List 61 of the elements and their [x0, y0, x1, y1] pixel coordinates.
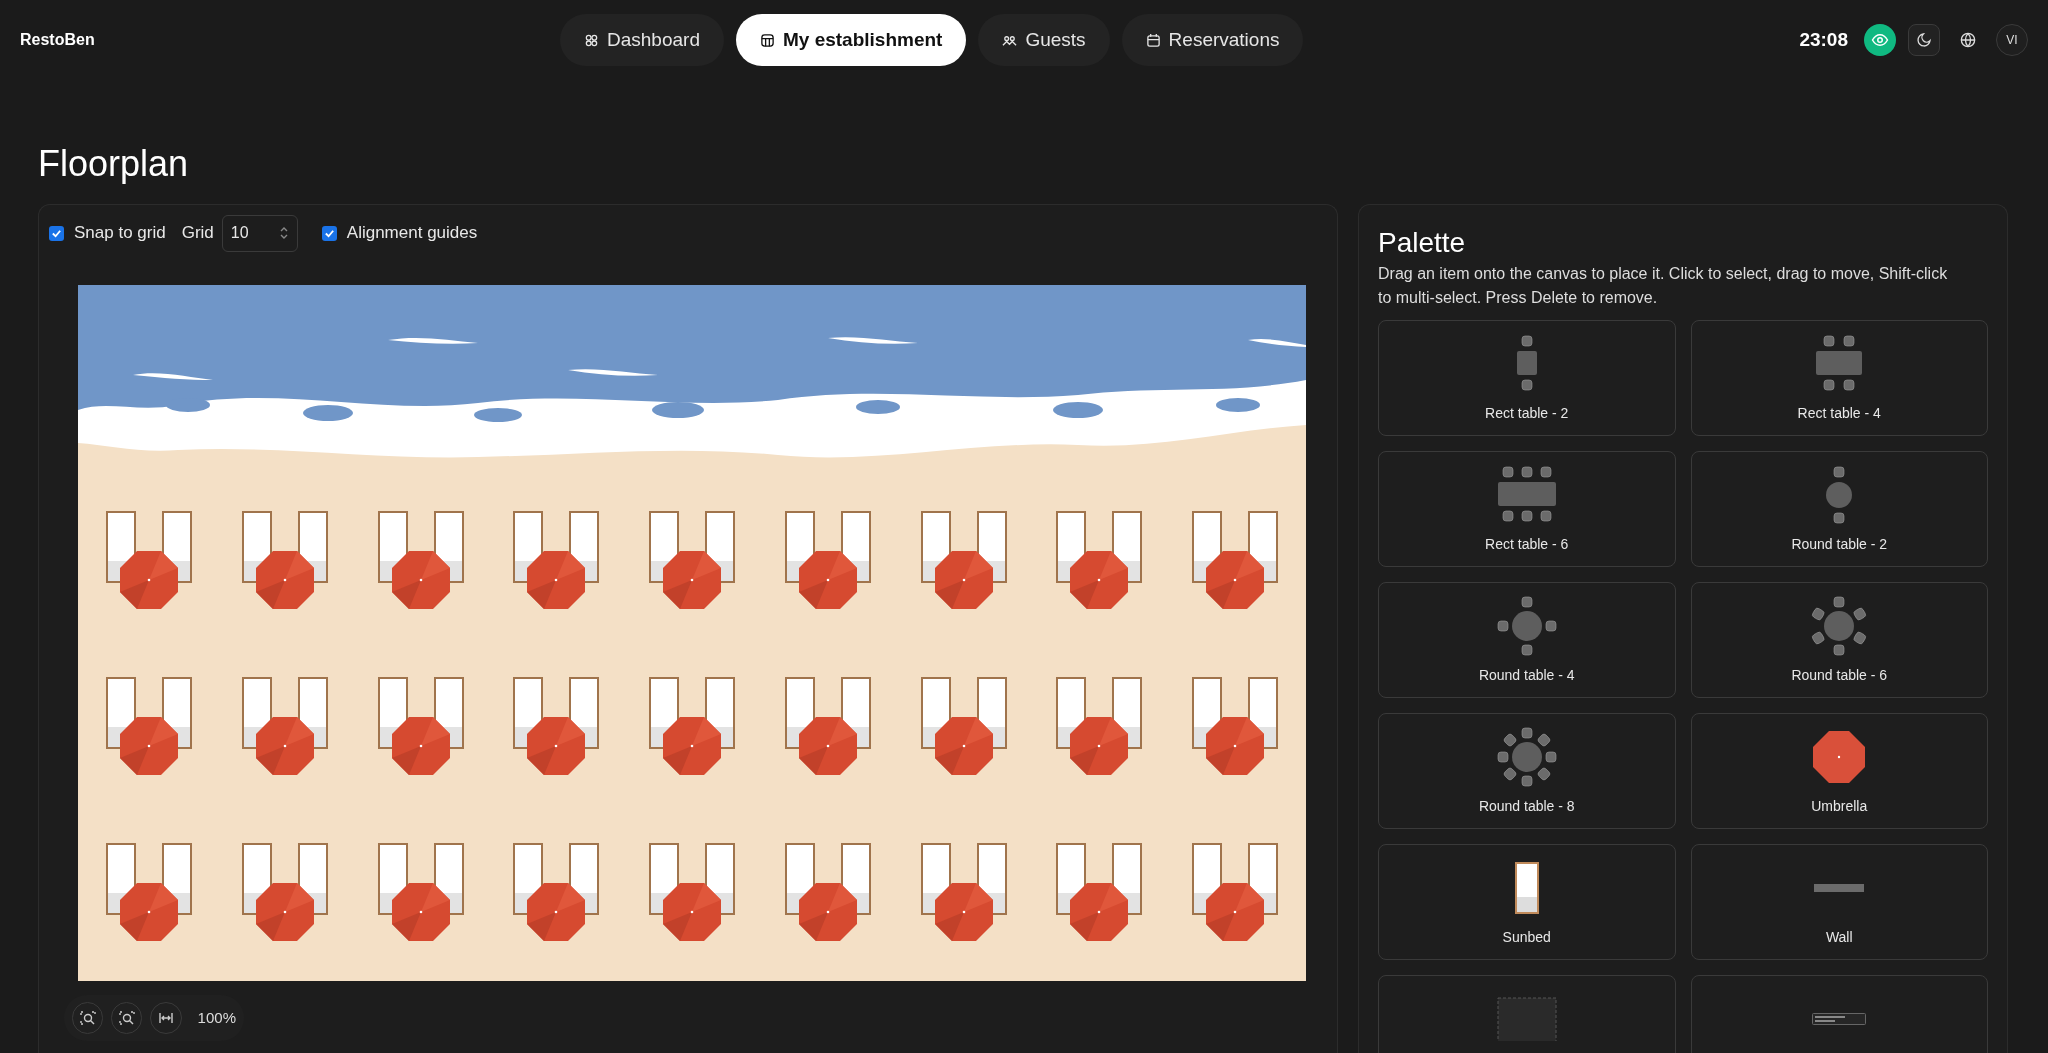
- nav-tab[interactable]: Guests: [978, 14, 1110, 66]
- wall-icon: [1814, 884, 1865, 892]
- nav-tab[interactable]: Reservations: [1121, 14, 1304, 66]
- palette-hint: Drag an item onto the canvas to place it. Click to select, drag to move, Shift-click to multi-select. Press Delete to remove.: [1378, 264, 1948, 308]
- palette-item[interactable]: Rect table - 2: [1378, 320, 1676, 436]
- palette-item[interactable]: Rect table - 6: [1378, 451, 1676, 567]
- moon-icon: [1916, 32, 1932, 48]
- table-icon: [1496, 727, 1557, 787]
- palette-item[interactable]: Round table - 4: [1378, 582, 1676, 698]
- table-icon: [1496, 596, 1557, 656]
- item-label: Round table - 6: [1791, 666, 1888, 685]
- palette-item[interactable]: Wall: [1690, 844, 1988, 960]
- palette-item[interactable]: Umbrella: [1690, 713, 1988, 829]
- stepper-icon: [278, 225, 289, 241]
- palette-item[interactable]: Round table - 8: [1378, 713, 1676, 829]
- item-label: Rect table - 6: [1485, 535, 1569, 554]
- item-label: Round table - 4: [1478, 666, 1575, 685]
- theme-button[interactable]: [1908, 24, 1940, 56]
- counter-icon: [1812, 1013, 1867, 1025]
- guides-label: Alignment guides: [346, 222, 478, 245]
- item-label: Wall: [1825, 928, 1853, 947]
- item-label: Rect table - 2: [1485, 404, 1569, 423]
- check-icon: [323, 227, 335, 239]
- user-avatar[interactable]: VI: [1996, 24, 2028, 56]
- snap-checkbox[interactable]: [49, 225, 64, 241]
- palette-item[interactable]: Rect table - 4: [1690, 320, 1988, 436]
- snap-label: Snap to grid: [74, 222, 166, 245]
- table-icon: [1496, 465, 1557, 525]
- app-name: RestoBen: [20, 30, 95, 50]
- fit-width-icon: [158, 1010, 174, 1026]
- nav-tab[interactable]: Dashboard: [560, 14, 724, 66]
- item-label: Round table - 8: [1478, 797, 1575, 816]
- preview-button[interactable]: [1864, 24, 1896, 56]
- umbrella-icon: [1812, 730, 1867, 784]
- globe-icon: [1960, 32, 1976, 48]
- table-icon: [1814, 334, 1865, 394]
- item-label: Sunbed: [1502, 928, 1551, 947]
- item-label: Umbrella: [1811, 797, 1868, 816]
- guides-checkbox[interactable]: [321, 225, 337, 241]
- palette-item[interactable]: Round table - 6: [1690, 582, 1988, 698]
- palette-item[interactable]: Round table - 2: [1690, 451, 1988, 567]
- item-label: Rect table - 4: [1797, 404, 1881, 423]
- grid-label: Grid: [181, 222, 214, 245]
- zone-icon: [1496, 997, 1557, 1041]
- building-icon: [759, 32, 775, 48]
- grid-size-field[interactable]: 10: [221, 214, 298, 252]
- zoom-level: 100%: [197, 1007, 236, 1028]
- nav-tab[interactable]: My establishment: [735, 14, 967, 66]
- palette-item[interactable]: Sunbed: [1378, 844, 1676, 960]
- sunbed-icon: [1514, 862, 1539, 914]
- zoom-in-icon: [79, 1010, 96, 1026]
- page-title: Floorplan: [38, 146, 190, 182]
- eye-icon: [1871, 31, 1889, 49]
- check-icon: [51, 227, 62, 239]
- grid-icon: [584, 32, 599, 48]
- table-icon: [1824, 465, 1855, 525]
- calendar-icon: [1145, 32, 1161, 48]
- item-label: Round table - 2: [1791, 535, 1888, 554]
- clock: 23:08: [1799, 27, 1848, 52]
- palette-title: Palette: [1378, 226, 1467, 260]
- zoom-out-icon: [118, 1010, 135, 1026]
